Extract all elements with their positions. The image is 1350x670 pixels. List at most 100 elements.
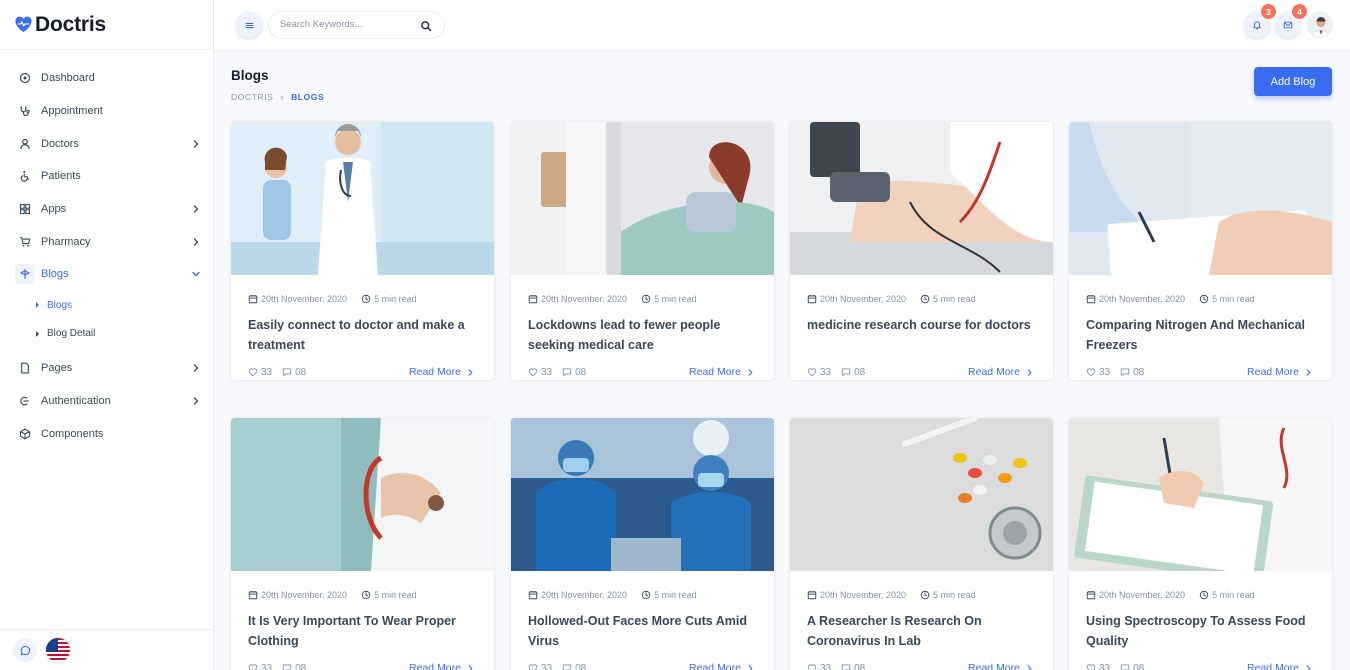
menu-toggle-button[interactable] xyxy=(236,12,262,38)
blog-title-link[interactable]: It Is Very Important To Wear Proper Clot… xyxy=(248,612,477,651)
sidebar-item-components[interactable]: Components xyxy=(0,417,213,450)
sidebar-item-appointment[interactable]: Appointment xyxy=(0,95,213,128)
clock-icon xyxy=(1199,294,1209,304)
us-flag-language-selector[interactable] xyxy=(45,637,71,663)
blog-image-doctor-child[interactable] xyxy=(231,122,494,275)
sidebar-item-label: Authentication xyxy=(41,394,111,407)
like-count: 33 xyxy=(820,366,832,378)
like-button[interactable]: 33 xyxy=(807,367,831,378)
blog-image-writing-prescription[interactable] xyxy=(1069,122,1332,275)
comment-button[interactable]: 08 xyxy=(562,367,586,378)
sidebar-item-label: Doctors xyxy=(41,137,79,150)
blog-image-pills[interactable] xyxy=(790,418,1053,571)
sidebar-item-blogs[interactable]: Blogs xyxy=(0,258,213,291)
blogs-submenu: Blogs Blog Detail xyxy=(0,291,213,348)
heart-logo-icon xyxy=(15,16,32,33)
messages-button[interactable]: 4 xyxy=(1275,4,1307,38)
blog-card: 20th November, 2020 5 min read Comparing… xyxy=(1069,122,1332,380)
read-more-link[interactable]: Read More xyxy=(409,366,477,378)
comment-button[interactable]: 08 xyxy=(1120,367,1144,378)
notifications-button[interactable]: 3 xyxy=(1244,4,1276,38)
sidebar-item-apps[interactable]: Apps xyxy=(0,193,213,226)
sidebar-item-doctors[interactable]: Doctors xyxy=(0,127,213,160)
submenu-item-label: Blogs xyxy=(47,299,73,311)
brand-name: Doctris xyxy=(35,12,106,36)
blog-title-link[interactable]: medicine research course for doctors xyxy=(807,316,1036,355)
blog-image-blood-pressure[interactable] xyxy=(790,122,1053,275)
blog-title-link[interactable]: A Researcher Is Research On Coronavirus … xyxy=(807,612,1036,651)
read-more-link[interactable]: Read More xyxy=(689,366,757,378)
blog-image-patient-bed[interactable] xyxy=(511,122,774,275)
comment-button[interactable]: 08 xyxy=(282,663,306,670)
comment-icon xyxy=(1120,663,1130,670)
read-more-link[interactable]: Read More xyxy=(968,366,1036,378)
calendar-icon xyxy=(248,294,258,304)
blog-title-link[interactable]: Hollowed-Out Faces More Cuts Amid Virus xyxy=(528,612,757,651)
read-time: 5 min read xyxy=(654,294,697,304)
brand-logo[interactable]: Doctris xyxy=(0,0,213,50)
read-more-link[interactable]: Read More xyxy=(689,662,757,670)
breadcrumb-root-link[interactable]: DOCTRIS xyxy=(231,92,273,102)
comment-icon xyxy=(282,663,292,670)
sidebar-item-label: Patients xyxy=(41,170,81,183)
blog-card: 20th November, 2020 5 min read A Researc… xyxy=(790,418,1053,670)
comment-button[interactable]: 08 xyxy=(282,367,306,378)
read-time: 5 min read xyxy=(654,590,697,600)
submenu-item-blogs[interactable]: Blogs xyxy=(0,291,213,320)
user-avatar[interactable] xyxy=(1307,12,1333,38)
login-icon xyxy=(15,391,35,411)
add-blog-button[interactable]: Add Blog xyxy=(1254,67,1332,96)
topbar: 3 4 xyxy=(214,0,1350,50)
comment-count: 08 xyxy=(1133,662,1145,670)
blog-image-doctor-coat[interactable] xyxy=(231,418,494,571)
like-count: 33 xyxy=(541,366,553,378)
like-button[interactable]: 33 xyxy=(528,663,552,670)
comment-button[interactable]: 08 xyxy=(841,663,865,670)
sidebar-item-patients[interactable]: Patients xyxy=(0,160,213,193)
sidebar-item-authentication[interactable]: Authentication xyxy=(0,385,213,418)
like-button[interactable]: 33 xyxy=(1086,663,1110,670)
chevron-right-icon xyxy=(467,369,474,376)
blog-image-surgeons[interactable] xyxy=(511,418,774,571)
blog-title-link[interactable]: Using Spectroscopy To Assess Food Qualit… xyxy=(1086,612,1315,651)
like-count: 33 xyxy=(261,366,273,378)
like-button[interactable]: 33 xyxy=(1086,367,1110,378)
search-icon[interactable] xyxy=(420,20,432,32)
search-input[interactable] xyxy=(280,19,410,30)
like-button[interactable]: 33 xyxy=(807,663,831,670)
read-more-link[interactable]: Read More xyxy=(968,662,1036,670)
blog-title-link[interactable]: Lockdowns lead to fewer people seeking m… xyxy=(528,316,757,355)
chat-button[interactable] xyxy=(13,638,37,662)
read-more-link[interactable]: Read More xyxy=(1247,366,1315,378)
comment-button[interactable]: 08 xyxy=(1120,663,1144,670)
like-button[interactable]: 33 xyxy=(248,663,272,670)
comment-button[interactable]: 08 xyxy=(562,663,586,670)
user-icon xyxy=(15,134,35,154)
read-more-link[interactable]: Read More xyxy=(1247,662,1315,670)
post-date: 20th November, 2020 xyxy=(820,294,907,304)
read-time: 5 min read xyxy=(933,294,976,304)
sidebar-item-dashboard[interactable]: Dashboard xyxy=(0,62,213,95)
heart-icon xyxy=(807,663,817,670)
heart-icon xyxy=(1086,367,1096,377)
blog-title-link[interactable]: Comparing Nitrogen And Mechanical Freeze… xyxy=(1086,316,1315,355)
sidebar-menu: Dashboard Appointment Doctors Patients A… xyxy=(0,50,213,291)
post-date: 20th November, 2020 xyxy=(1099,590,1186,600)
like-button[interactable]: 33 xyxy=(528,367,552,378)
messages-badge: 4 xyxy=(1292,4,1307,19)
comment-count: 08 xyxy=(295,366,307,378)
read-more-link[interactable]: Read More xyxy=(409,662,477,670)
sidebar-item-label: Pages xyxy=(41,362,73,375)
blog-card: 20th November, 2020 5 min read Lockdowns… xyxy=(511,122,774,380)
blog-image-clipboard[interactable] xyxy=(1069,418,1332,571)
sidebar-item-pages[interactable]: Pages xyxy=(0,352,213,385)
breadcrumb-current: BLOGS xyxy=(291,92,325,102)
comment-button[interactable]: 08 xyxy=(841,367,865,378)
blog-title-link[interactable]: Easily connect to doctor and make a trea… xyxy=(248,316,477,355)
read-more-label: Read More xyxy=(968,662,1020,670)
chevron-right-icon xyxy=(1305,665,1312,670)
like-button[interactable]: 33 xyxy=(248,367,272,378)
submenu-item-blog-detail[interactable]: Blog Detail xyxy=(0,319,213,348)
post-date: 20th November, 2020 xyxy=(541,294,628,304)
sidebar-item-pharmacy[interactable]: Pharmacy xyxy=(0,225,213,258)
